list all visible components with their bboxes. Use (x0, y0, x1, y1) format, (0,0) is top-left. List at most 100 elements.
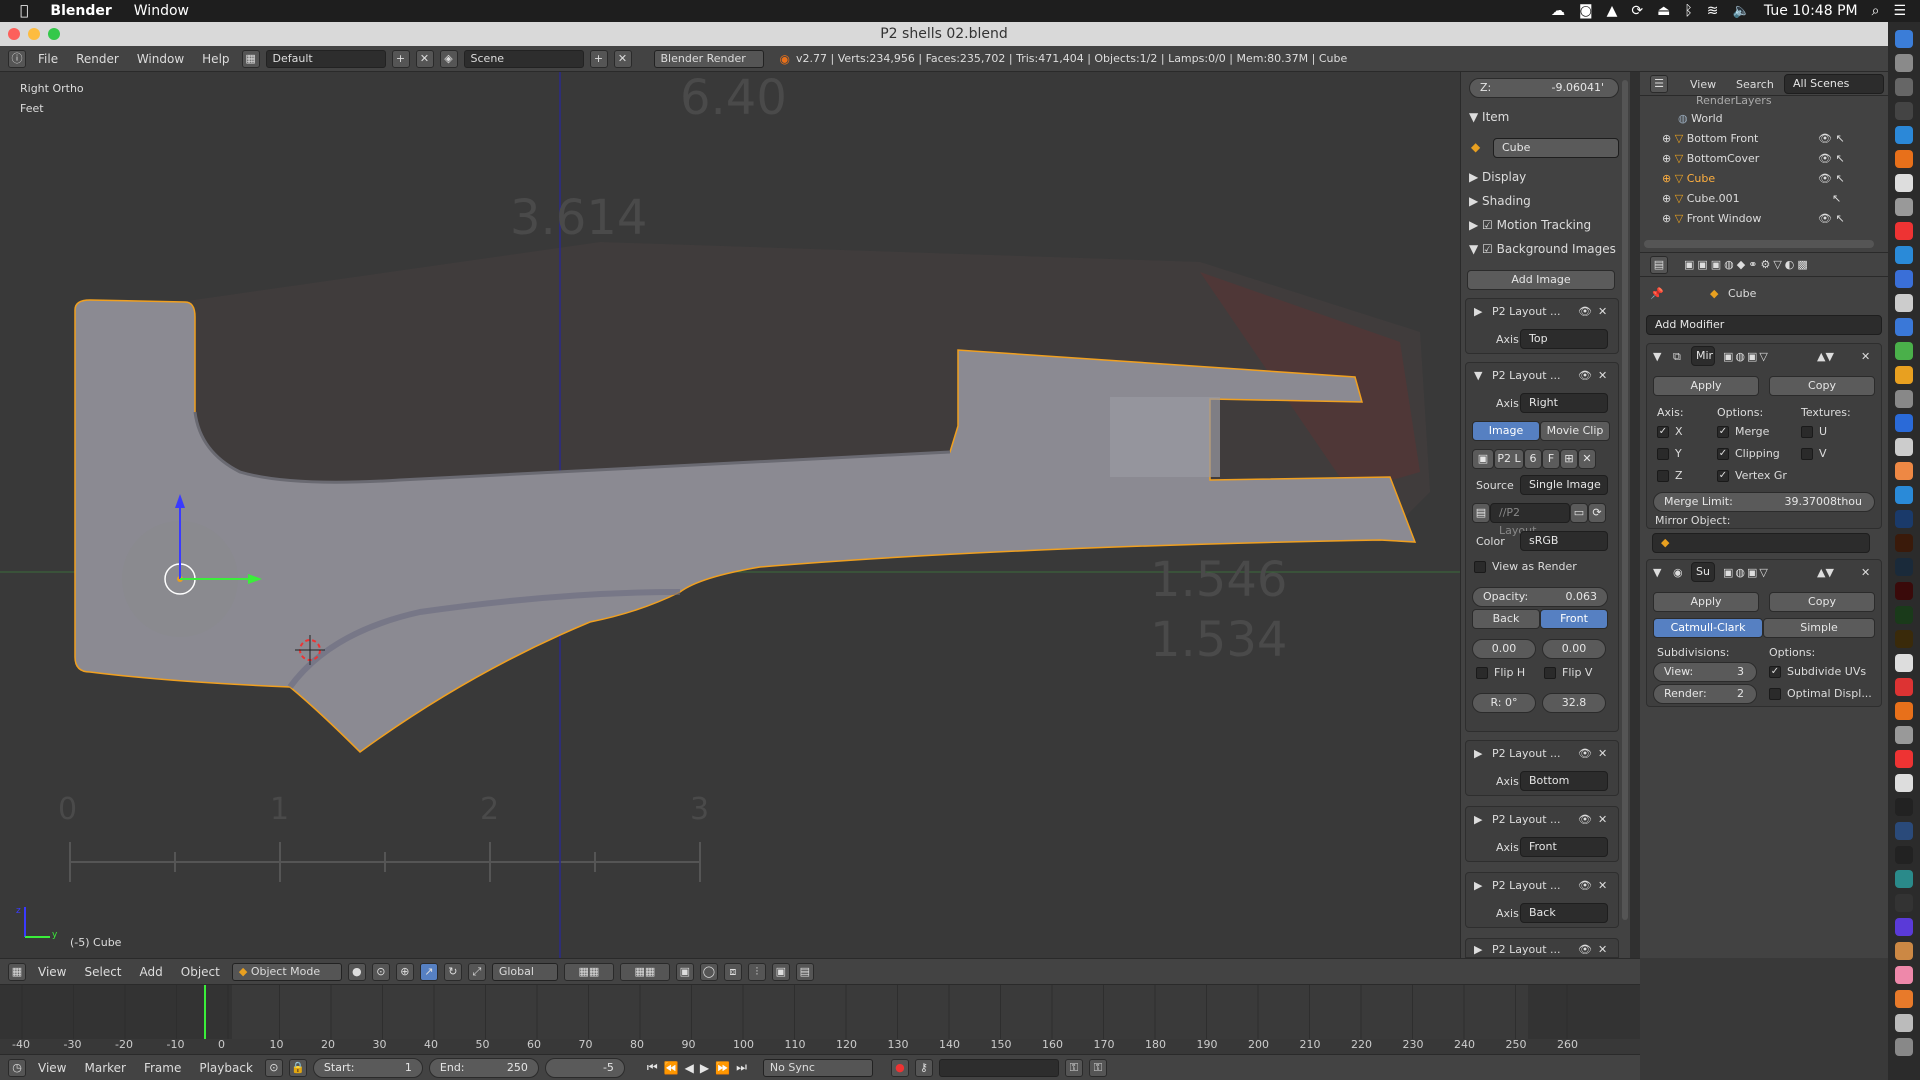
expand-icon[interactable]: ▶ (1474, 943, 1482, 956)
minimize-window-icon[interactable] (28, 28, 40, 40)
app-icon[interactable] (1895, 390, 1913, 408)
mode-dropdown[interactable]: ◆ Object Mode (231, 962, 342, 981)
opengl-render-icon[interactable]: ▤ (795, 962, 814, 981)
marker-menu[interactable]: Marker (78, 1061, 131, 1075)
zoom-window-icon[interactable] (48, 28, 60, 40)
background-images-section-header[interactable]: ▼ ☑ Background Images (1469, 242, 1616, 256)
properties-tabs[interactable]: ▣▣▣◍◆⚭⚙▽◐▩ (1684, 258, 1811, 271)
remove-modifier-icon[interactable]: ✕ (1861, 350, 1870, 363)
app-icon[interactable] (1895, 774, 1913, 792)
jump-keyframe-back-icon[interactable]: ⏪ (664, 1061, 679, 1075)
npanel-scrollbar[interactable] (1622, 80, 1628, 920)
bg-image-name[interactable]: P2 Layout ... (1492, 747, 1561, 760)
scene-field[interactable]: Scene (463, 49, 584, 68)
merge-checkbox[interactable]: ✓ (1717, 426, 1729, 438)
render-menu[interactable]: Render (70, 52, 125, 66)
app-icon[interactable] (1895, 894, 1913, 912)
visibility-icon[interactable]: 👁 (1578, 305, 1592, 318)
lightroom-icon[interactable] (1895, 558, 1913, 576)
chrome-icon[interactable] (1895, 462, 1913, 480)
outliner-view-menu[interactable]: View (1690, 78, 1716, 91)
remove-modifier-icon[interactable]: ✕ (1861, 566, 1870, 579)
app-icon[interactable] (1895, 366, 1913, 384)
bridge-icon[interactable] (1895, 630, 1913, 648)
scale-manipulator-icon[interactable]: ⤢ (467, 962, 486, 981)
modifier-name-field[interactable]: Su (1691, 562, 1715, 582)
item-section-header[interactable]: ▼ Item (1469, 110, 1509, 124)
flip-v-checkbox[interactable] (1544, 667, 1556, 679)
move-up-down-icon[interactable]: ▲▼ (1817, 566, 1834, 579)
display-section-header[interactable]: ▶ Display (1469, 170, 1526, 184)
steam-icon[interactable] (1895, 822, 1913, 840)
window-menu-blender[interactable]: Window (131, 52, 190, 66)
bg-image-name[interactable]: P2 Layout ... (1492, 813, 1561, 826)
delete-keyframe-icon[interactable]: ⚿ (1088, 1058, 1107, 1077)
snap-element-icon[interactable]: ⫶ (747, 962, 766, 981)
clock-icon[interactable]: ⟳ (1631, 3, 1643, 19)
outliner-item-cube-001[interactable]: ⊕ ▽ Cube.001 (1662, 192, 1740, 205)
mirror-copy-button[interactable]: Copy (1769, 376, 1875, 396)
visibility-icon[interactable]: 👁 (1578, 747, 1592, 760)
play-icon[interactable]: ▶ (700, 1061, 709, 1075)
expand-icon[interactable]: ▶ (1474, 879, 1482, 892)
image-browse-icon[interactable]: ▣ (1472, 449, 1494, 469)
jump-keyframe-forward-icon[interactable]: ⏩ (715, 1061, 730, 1075)
timeline-view-menu[interactable]: View (32, 1061, 72, 1075)
pin-icon[interactable]: 📌 (1650, 287, 1664, 300)
help-menu[interactable]: Help (196, 52, 235, 66)
muse-icon[interactable] (1895, 606, 1913, 624)
subsurf-apply-button[interactable]: Apply (1653, 592, 1759, 612)
merge-limit-field[interactable]: Merge Limit: 39.37008thou (1653, 492, 1875, 512)
app-icon[interactable] (1895, 654, 1913, 672)
back-toggle[interactable]: Back (1472, 609, 1540, 629)
bg-image-name[interactable]: P2 Layout ... (1492, 305, 1561, 318)
manipulator-toggle-icon[interactable]: ⊕ (395, 962, 414, 981)
outliner-item-renderlayers[interactable]: RenderLayers (1696, 94, 1772, 107)
mirror-object-field[interactable]: ◆ (1652, 533, 1870, 553)
rotate-manipulator-icon[interactable]: ↻ (443, 962, 462, 981)
opacity-slider[interactable]: Opacity: 0.063 (1472, 587, 1608, 607)
visibility-icon[interactable]: 👁 ↖ (1818, 132, 1845, 145)
modifier-name-field[interactable]: Mir (1691, 346, 1715, 366)
outliner-item-cube[interactable]: ⊕ ▽ Cube (1662, 172, 1715, 185)
outliner-editor-icon[interactable]: ☰ (1650, 75, 1668, 93)
modifier-display-toggles[interactable]: ▣◍▣▽ (1723, 566, 1770, 579)
remove-scene-icon[interactable]: ✕ (613, 49, 632, 68)
app-icon[interactable] (1895, 942, 1913, 960)
select-menu[interactable]: Select (78, 965, 127, 979)
keying-set-field[interactable] (938, 1058, 1059, 1077)
editor-type-icon[interactable]: ◷ (8, 1058, 26, 1077)
frame-menu[interactable]: Frame (138, 1061, 187, 1075)
remove-layout-icon[interactable]: ✕ (415, 49, 434, 68)
vertex-groups-checkbox[interactable]: ✓ (1717, 470, 1729, 482)
image-users-field[interactable]: 6 (1524, 449, 1542, 469)
image-name-field[interactable]: P2 L (1494, 449, 1524, 469)
app-icon[interactable] (1895, 726, 1913, 744)
render-subdivisions-field[interactable]: Render: 2 (1653, 684, 1757, 704)
start-frame-field[interactable]: Start: 1 (312, 1057, 423, 1078)
clock-text[interactable]: Tue 10:48 PM (1764, 3, 1858, 19)
status-icon[interactable]: ☁ (1551, 3, 1565, 19)
notes-icon[interactable] (1895, 174, 1913, 192)
remove-icon[interactable]: ✕ (1598, 943, 1607, 956)
mirror-y-checkbox[interactable] (1657, 448, 1669, 460)
render-preview-icon[interactable]: ▣ (771, 962, 790, 981)
app-icon[interactable] (1895, 486, 1913, 504)
axis-dropdown[interactable]: Right (1520, 393, 1608, 413)
proportional-edit-icon[interactable]: ◯ (699, 962, 718, 981)
axis-dropdown[interactable]: Bottom (1520, 771, 1608, 791)
itunes-icon[interactable] (1895, 966, 1913, 984)
notification-icon[interactable]: ☰ (1893, 3, 1906, 19)
camera-icon[interactable]: ◙ (1579, 3, 1593, 19)
image-tab[interactable]: Image (1472, 421, 1540, 441)
mirror-x-checkbox[interactable]: ✓ (1657, 426, 1669, 438)
remove-icon[interactable]: ✕ (1598, 813, 1607, 826)
app-icon[interactable] (1895, 918, 1913, 936)
illustrator-icon[interactable] (1895, 534, 1913, 552)
numbers-icon[interactable] (1895, 342, 1913, 360)
volume-icon[interactable]: 🔈 (1732, 3, 1749, 19)
visibility-icon[interactable]: 👁 (1578, 813, 1592, 826)
spotlight-icon[interactable]: ⌕ (1872, 3, 1880, 19)
remove-icon[interactable]: ✕ (1598, 305, 1607, 318)
z-location-field[interactable]: Z: -9.06041' (1469, 78, 1619, 98)
